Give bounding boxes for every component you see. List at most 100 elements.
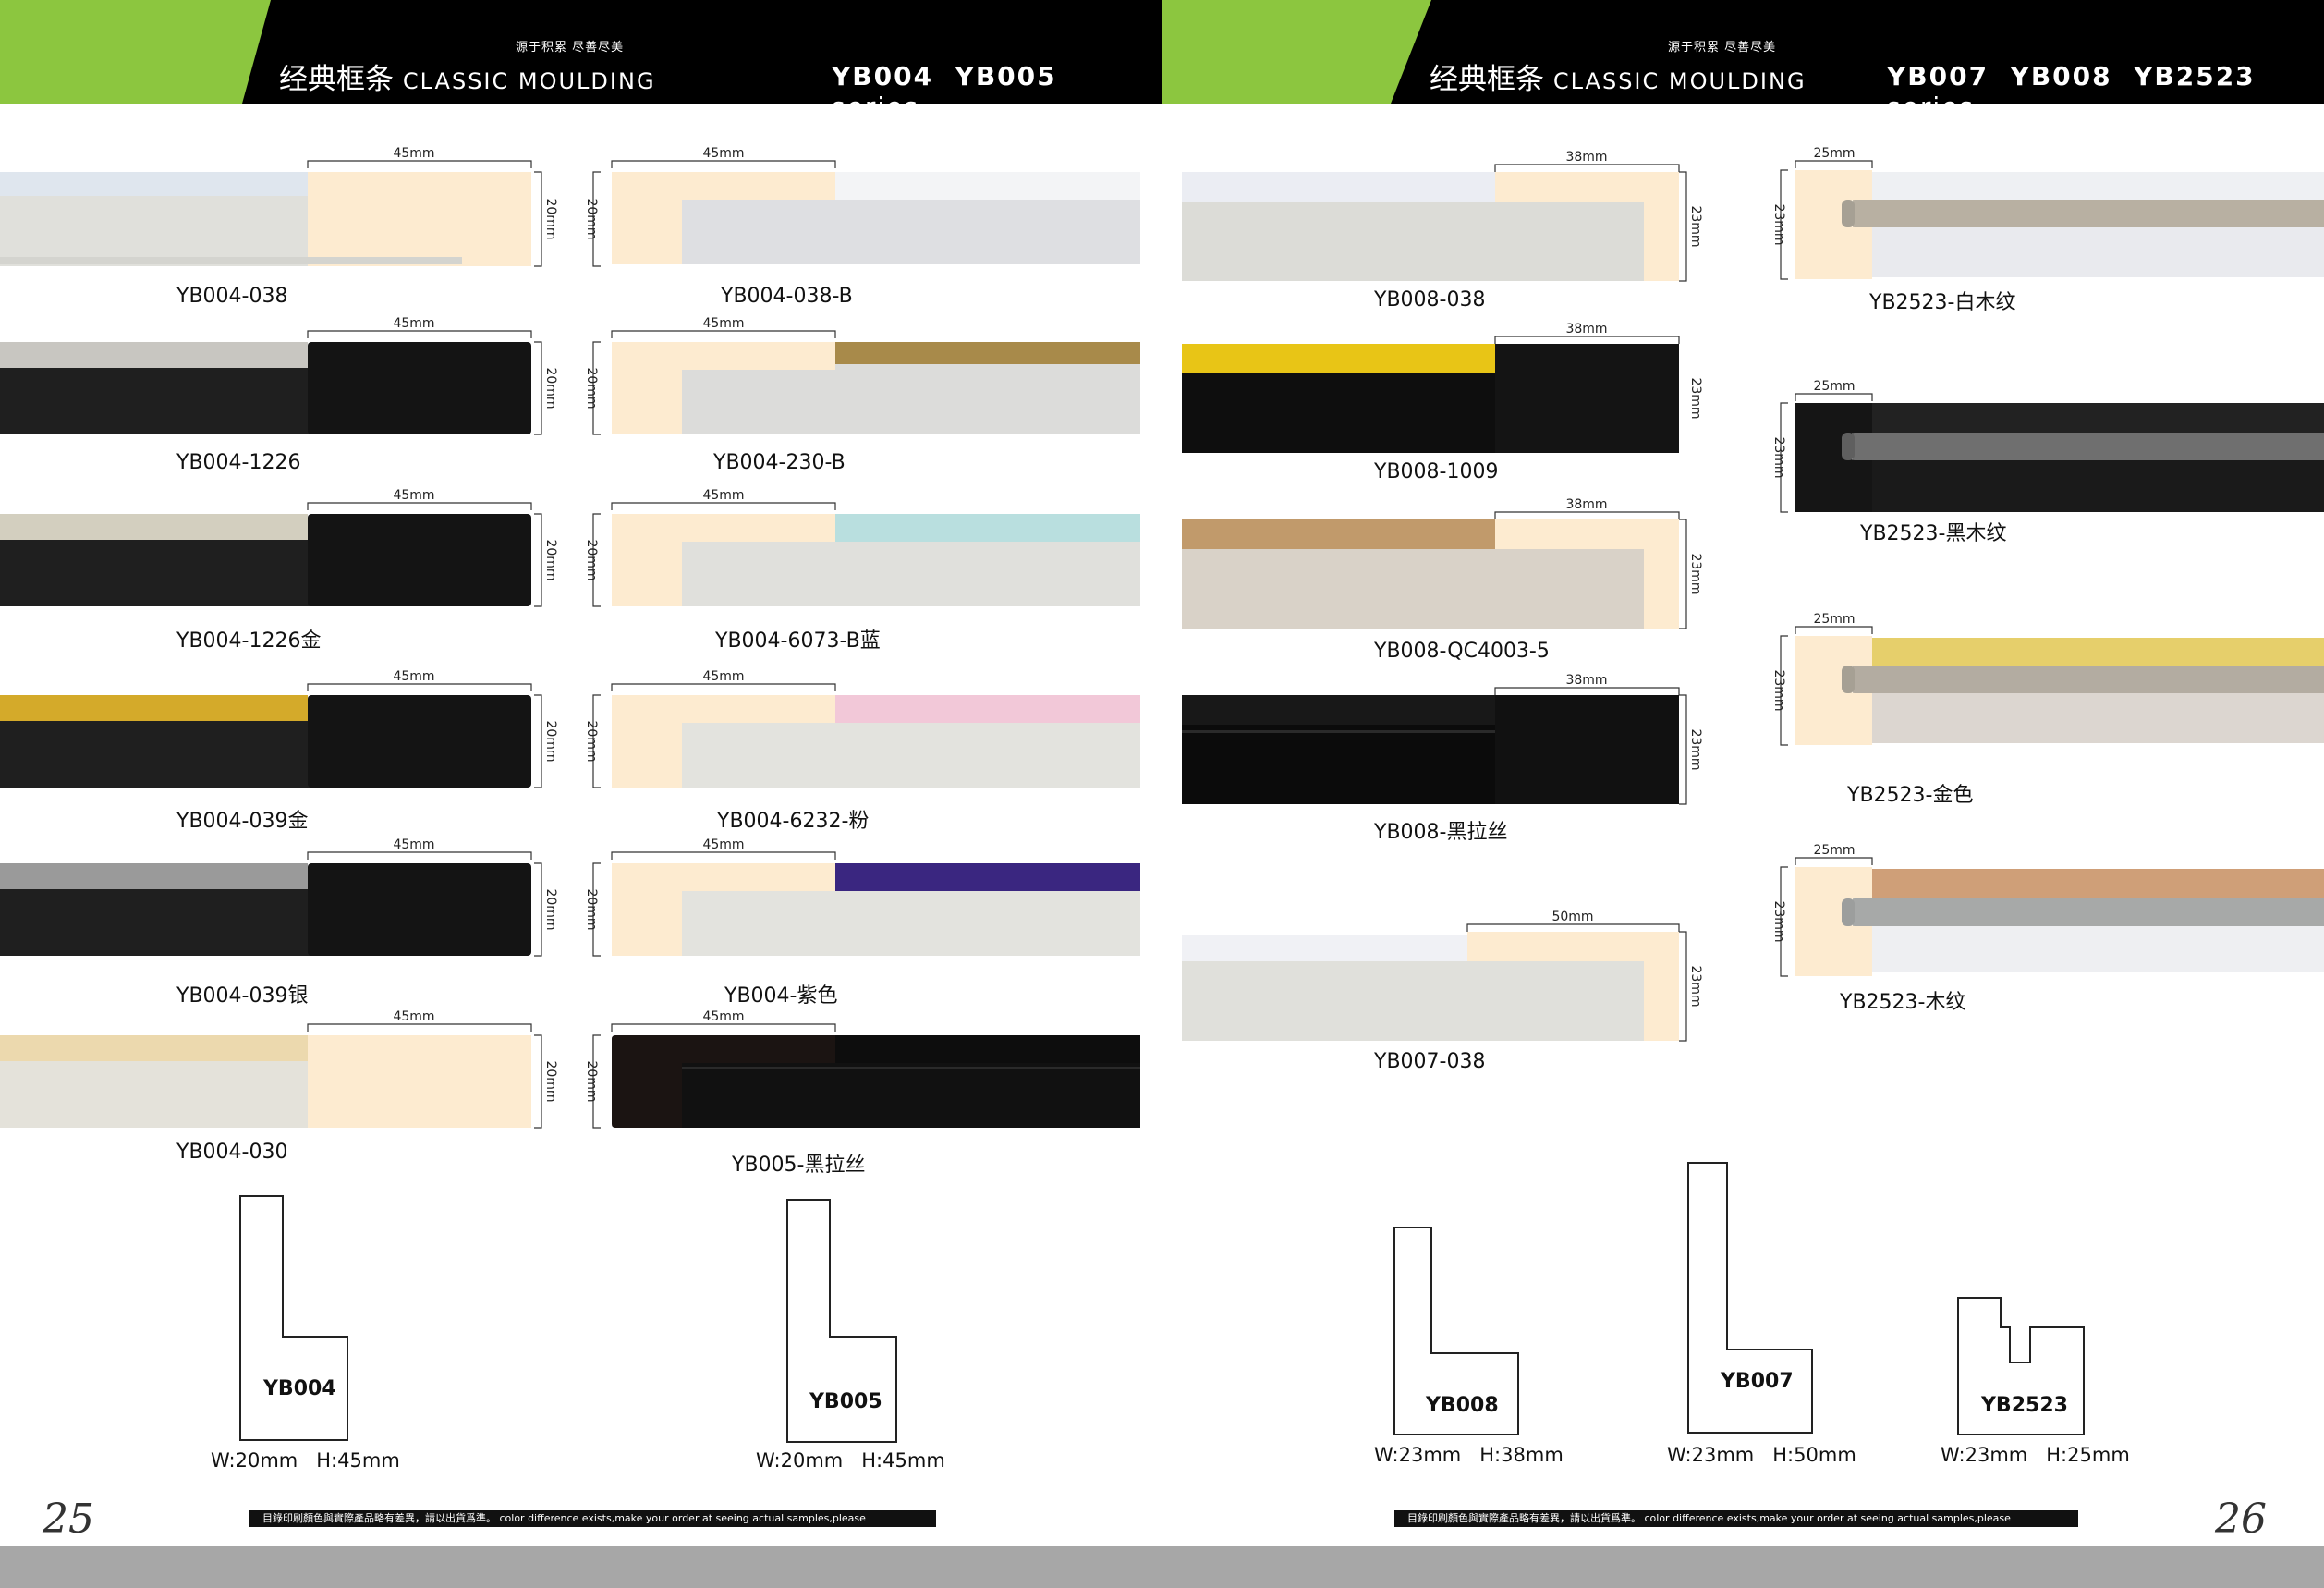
header-series-word: series xyxy=(1887,92,1975,104)
header-title-cn: 经典框条 xyxy=(1430,63,1544,96)
width-label: 45mm xyxy=(702,316,744,331)
moulding-image: 38mm 23mm xyxy=(1182,497,1703,629)
moulding-image: 25mm 23mm xyxy=(1771,612,2324,746)
width-label: 45mm xyxy=(393,669,434,684)
product-yb004-038[interactable]: 45mm 20mm xyxy=(0,146,558,275)
width-label: 45mm xyxy=(702,488,744,503)
profile-yb008-label: YB008 xyxy=(1426,1394,1499,1417)
product-yb004-230-b[interactable]: 45mm 20mm xyxy=(582,316,1140,444)
width-label: 45mm xyxy=(393,837,434,852)
product-yb2523-white[interactable]: 25mm 23mm xyxy=(1770,146,2324,283)
product-name: YB2523-白木纹 xyxy=(1869,291,2016,314)
product-yb005-black[interactable]: 45mm 20mm xyxy=(582,1009,1140,1137)
width-label: 38mm xyxy=(1565,673,1607,688)
product-yb004-purple[interactable]: 45mm 20mm xyxy=(582,837,1140,965)
header-series-word: series xyxy=(832,92,919,104)
product-name: YB004-6073-B蓝 xyxy=(715,629,881,653)
moulding-image: 50mm 23mm xyxy=(1182,910,1703,1042)
product-yb004-039-silver[interactable]: 45mm 20mm xyxy=(0,837,558,965)
page-header: 源于积累 尽善尽美 经典框条 CLASSIC MOULDING YB004 YB… xyxy=(0,0,1162,104)
profile-yb007-dims: W:23mm H:50mm xyxy=(1667,1444,1856,1466)
height-label: 23mm xyxy=(1771,436,1786,478)
width-label: 25mm xyxy=(1813,379,1855,394)
product-yb004-6232[interactable]: 45mm 20mm xyxy=(582,669,1140,797)
product-name: YB004-030 xyxy=(176,1141,288,1164)
height-label: 20mm xyxy=(543,888,558,930)
header-title: 经典框条 CLASSIC MOULDING xyxy=(1430,55,1807,97)
moulding-image: 45mm 20mm xyxy=(584,1009,1140,1129)
moulding-image: 38mm 23mm xyxy=(1182,673,1703,805)
product-yb2523-wood[interactable]: 25mm 23mm xyxy=(1770,843,2324,980)
product-yb004-6073-b[interactable]: 45mm 20mm xyxy=(582,488,1140,616)
header-title: 经典框条 CLASSIC MOULDING xyxy=(279,55,656,97)
moulding-image: 45mm 20mm xyxy=(584,316,1140,435)
product-name: YB008-1009 xyxy=(1374,460,1499,483)
product-yb004-038-b[interactable]: 45mm 20mm xyxy=(582,146,1140,275)
page-number: 25 xyxy=(43,1496,94,1543)
header-series: YB007 YB008 YB2523 series xyxy=(1887,61,2324,104)
height-label: 20mm xyxy=(584,539,599,580)
height-label: 20mm xyxy=(584,198,599,239)
moulding-image: 25mm 23mm xyxy=(1771,379,2324,513)
header-series-codes: YB007 YB008 YB2523 xyxy=(1887,61,2256,92)
moulding-image: 45mm 20mm xyxy=(584,488,1140,607)
page-left: 源于积累 尽善尽美 经典框条 CLASSIC MOULDING YB004 YB… xyxy=(0,0,1162,1588)
profile-yb2523-dims: W:23mm H:25mm xyxy=(1941,1444,2130,1466)
product-name: YB004-1226 xyxy=(176,451,301,474)
height-label: 20mm xyxy=(543,1060,558,1102)
height-label: 23mm xyxy=(1771,669,1786,711)
product-name: YB004-6232-粉 xyxy=(717,810,870,833)
product-yb008-black[interactable]: 38mm 23mm xyxy=(1182,673,1703,810)
profile-yb005-label: YB005 xyxy=(809,1390,882,1413)
product-name: YB004-038-B xyxy=(721,285,853,308)
moulding-image: 45mm 20mm xyxy=(0,316,558,435)
moulding-image: 45mm 20mm xyxy=(0,669,558,788)
width-label: 25mm xyxy=(1813,146,1855,161)
width-label: 45mm xyxy=(393,146,434,161)
height-label: 23mm xyxy=(1688,553,1703,594)
moulding-image: 45mm 20mm xyxy=(0,146,558,267)
width-label: 50mm xyxy=(1551,910,1593,924)
page-header: 源于积累 尽善尽美 经典框条 CLASSIC MOULDING YB007 YB… xyxy=(1162,0,2324,104)
moulding-image: 45mm 20mm xyxy=(584,146,1140,267)
width-label: 45mm xyxy=(702,1009,744,1024)
height-label: 20mm xyxy=(584,888,599,930)
product-name: YB004-230-B xyxy=(713,451,846,474)
page-right: 源于积累 尽善尽美 经典框条 CLASSIC MOULDING YB007 YB… xyxy=(1162,0,2324,1588)
height-label: 20mm xyxy=(543,539,558,580)
disclaimer-bar: 目錄印刷顏色與實際產品略有差異，請以出貨爲準。 color difference… xyxy=(1394,1510,2078,1527)
product-yb008-1009[interactable]: 38mm 23mm xyxy=(1182,322,1703,458)
moulding-image: 45mm 20mm xyxy=(584,837,1140,957)
product-yb004-1226[interactable]: 45mm 20mm xyxy=(0,316,558,444)
product-yb004-1226-gold[interactable]: 45mm 20mm xyxy=(0,488,558,616)
header-slogan: 源于积累 尽善尽美 xyxy=(516,41,625,55)
height-label: 23mm xyxy=(1688,377,1703,419)
height-label: 20mm xyxy=(543,720,558,762)
page-number: 26 xyxy=(2215,1496,2267,1543)
header-series: YB004 YB005 series xyxy=(832,61,1162,104)
product-name: YB004-紫色 xyxy=(724,984,838,1008)
moulding-image: 45mm 20mm xyxy=(0,488,558,607)
product-yb004-030[interactable]: 45mm 20mm xyxy=(0,1009,558,1137)
profile-yb007-label: YB007 xyxy=(1721,1370,1794,1393)
profile-yb007-shape xyxy=(1687,1162,1813,1434)
header-title-cn: 经典框条 xyxy=(279,63,394,96)
product-name: YB2523-黑木纹 xyxy=(1860,522,2007,545)
height-label: 23mm xyxy=(1688,205,1703,247)
product-yb2523-black[interactable]: 25mm 23mm xyxy=(1770,379,2324,516)
width-label: 25mm xyxy=(1813,612,1855,627)
product-yb008-038[interactable]: 38mm 23mm xyxy=(1182,150,1703,287)
product-yb004-039-gold[interactable]: 45mm 20mm xyxy=(0,669,558,797)
product-yb2523-gold[interactable]: 25mm 23mm xyxy=(1770,612,2324,749)
moulding-image: 25mm 23mm xyxy=(1771,146,2324,280)
product-yb008-qc4003-5[interactable]: 38mm 23mm xyxy=(1182,497,1703,634)
product-name: YB004-1226金 xyxy=(176,629,322,653)
width-label: 45mm xyxy=(702,669,744,684)
product-yb007-038[interactable]: 50mm 23mm xyxy=(1182,910,1703,1046)
product-name: YB008-黑拉丝 xyxy=(1374,821,1508,844)
moulding-image: 25mm 23mm xyxy=(1771,843,2324,977)
height-label: 20mm xyxy=(584,367,599,409)
profile-yb008-dims: W:23mm H:38mm xyxy=(1374,1444,1564,1466)
width-label: 45mm xyxy=(702,146,744,161)
product-name: YB007-038 xyxy=(1374,1050,1486,1073)
